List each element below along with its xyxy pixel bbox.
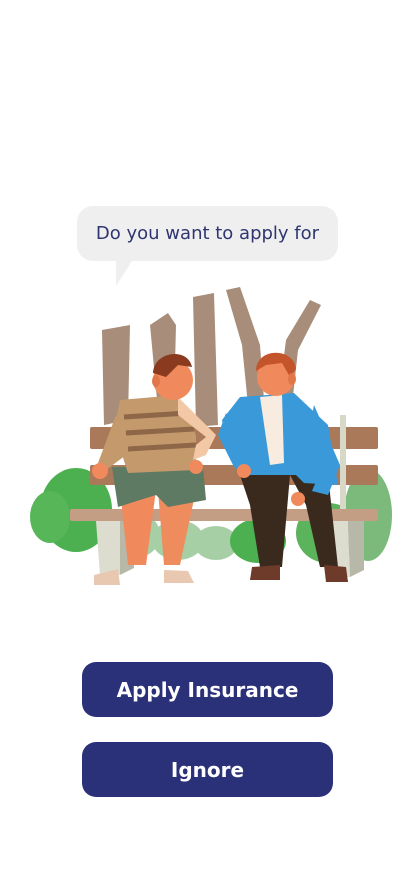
apply-insurance-button[interactable]: Apply Insurance	[82, 662, 333, 717]
ignore-button[interactable]: Ignore	[82, 742, 333, 797]
two-people-on-bench-illustration	[30, 287, 392, 585]
speech-bubble: Do you want to apply for	[77, 206, 338, 261]
prompt-text: Do you want to apply for	[95, 223, 320, 244]
speech-bubble-tail	[116, 258, 134, 286]
